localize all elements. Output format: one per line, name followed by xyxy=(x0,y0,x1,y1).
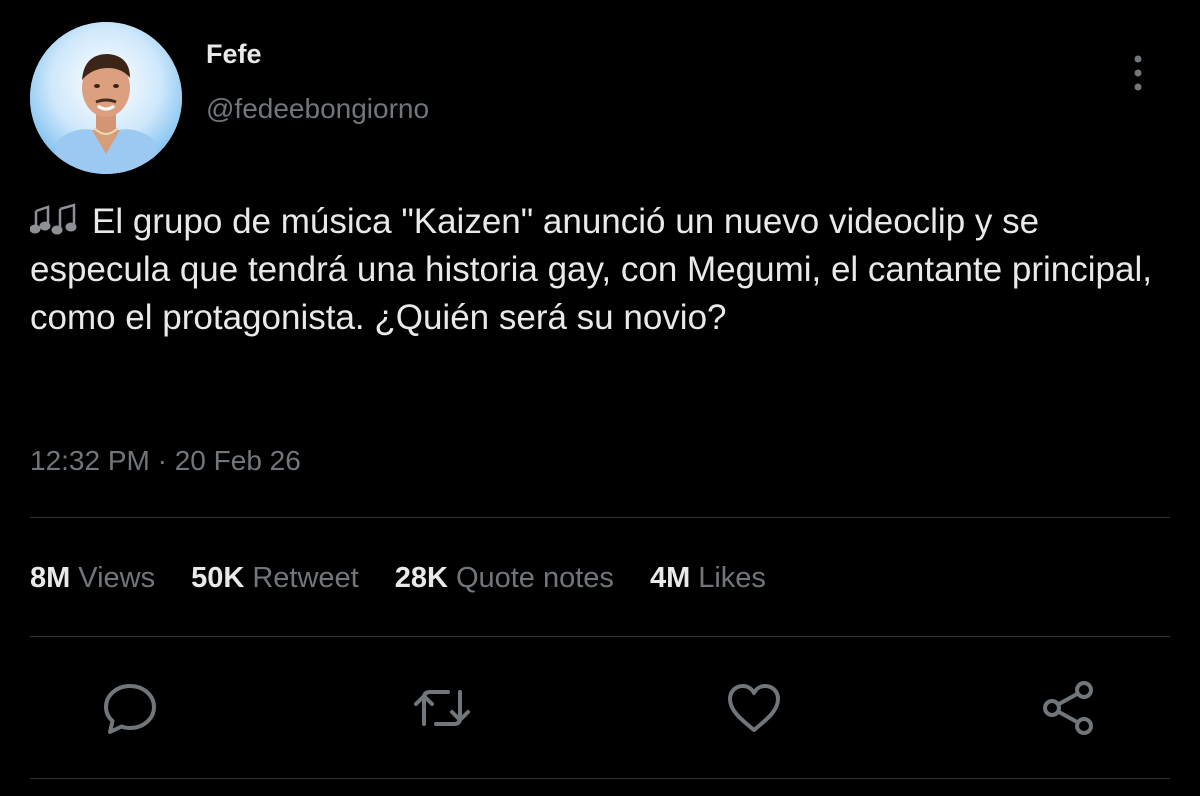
tweet-timestamp[interactable]: 12:32 PM · 20 Feb 26 xyxy=(30,444,301,478)
stat-likes[interactable]: 4M Likes xyxy=(650,560,766,596)
stat-label: Likes xyxy=(698,562,766,594)
avatar-image xyxy=(30,22,182,174)
share-button[interactable] xyxy=(1036,676,1100,740)
reply-button[interactable] xyxy=(98,676,162,740)
divider xyxy=(30,636,1170,637)
retweet-button[interactable] xyxy=(410,676,474,740)
retweet-icon xyxy=(414,690,470,726)
stat-quotes[interactable]: 28K Quote notes xyxy=(395,560,614,596)
avatar[interactable] xyxy=(30,22,182,174)
stat-value: 8M xyxy=(30,562,71,594)
stat-label: Views xyxy=(78,562,156,594)
tweet-text: El grupo de música "Kaizen" anunció un n… xyxy=(29,198,1170,342)
divider xyxy=(30,517,1170,518)
reply-icon xyxy=(104,684,156,734)
display-name[interactable]: Fefe xyxy=(206,38,262,70)
stat-retweets[interactable]: 50K Retweet xyxy=(191,560,359,596)
like-button[interactable] xyxy=(722,676,786,740)
stat-value: 4M xyxy=(649,562,691,594)
heart-icon xyxy=(728,684,780,732)
share-icon xyxy=(1043,681,1093,735)
musical-notes-icon xyxy=(29,202,86,236)
stat-label: Retweet xyxy=(252,562,359,594)
tweet-body: El grupo de música "Kaizen" anunció un n… xyxy=(30,202,1152,337)
more-options-icon[interactable] xyxy=(1122,52,1154,94)
divider xyxy=(30,778,1170,779)
stat-label: Quote notes xyxy=(455,562,614,594)
user-handle[interactable]: @fedeebongiorno xyxy=(206,92,429,126)
stat-views[interactable]: 8M Views xyxy=(30,560,155,596)
tweet-detail: Fefe @fedeebongiorno El grupo de música … xyxy=(0,0,1200,796)
stat-value: 28K xyxy=(394,562,448,594)
stat-value: 50K xyxy=(191,562,245,594)
tweet-stats: 8M Views 50K Retweet 28K Quote notes 4M Like… xyxy=(30,560,802,596)
